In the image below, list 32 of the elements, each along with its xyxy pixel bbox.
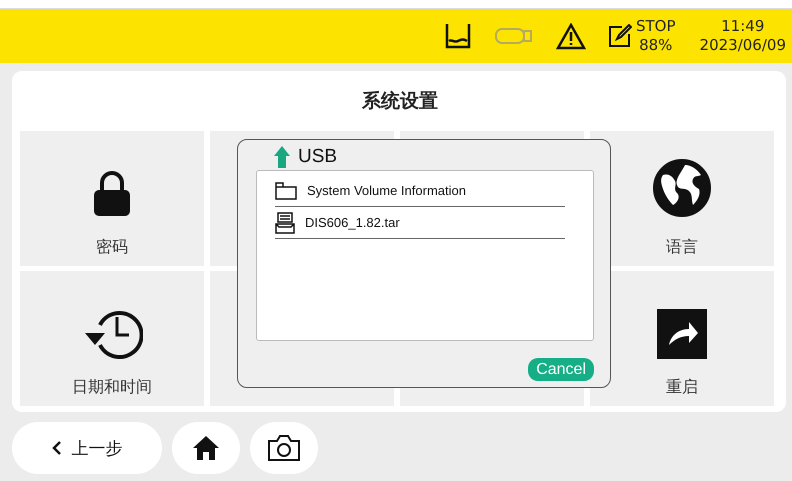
restart-icon: [657, 309, 707, 359]
camera-button[interactable]: [250, 422, 318, 474]
tile-label: 密码: [96, 237, 128, 258]
file-row[interactable]: System Volume Information: [275, 175, 565, 207]
run-status: STOP: [636, 17, 676, 36]
folder-icon: [275, 182, 297, 200]
settings-tile[interactable]: 密码: [20, 131, 204, 266]
percent-text: 88%: [639, 36, 672, 55]
tile-label: 重启: [666, 377, 698, 398]
tile-label: 日期和时间: [72, 377, 152, 398]
up-arrow-icon[interactable]: [274, 146, 290, 168]
file-row[interactable]: DIS606_1.82.tar: [275, 207, 565, 239]
back-button[interactable]: 上一步: [12, 422, 162, 474]
usb-drive-icon: [494, 26, 534, 46]
warning-icon: [556, 22, 586, 50]
file-name: DIS606_1.82.tar: [305, 215, 400, 230]
chevron-left-icon: [52, 440, 62, 456]
globe-icon: [651, 157, 713, 219]
archive-icon: [275, 212, 295, 234]
dialog-title: USB: [298, 146, 338, 168]
page-title: 系统设置: [360, 89, 439, 114]
date-text: 2023/06/09: [700, 36, 786, 55]
camera-icon: [267, 434, 301, 462]
home-icon: [192, 435, 220, 461]
settings-tile[interactable]: 重启: [590, 271, 774, 406]
clock-time: 11:49: [721, 17, 764, 36]
edit-icon: [608, 24, 632, 48]
settings-tile[interactable]: 日期和时间: [20, 271, 204, 406]
home-button[interactable]: [172, 422, 240, 474]
file-name: System Volume Information: [307, 183, 466, 198]
tile-label: 语言: [666, 237, 698, 258]
tank-icon: [444, 22, 472, 50]
